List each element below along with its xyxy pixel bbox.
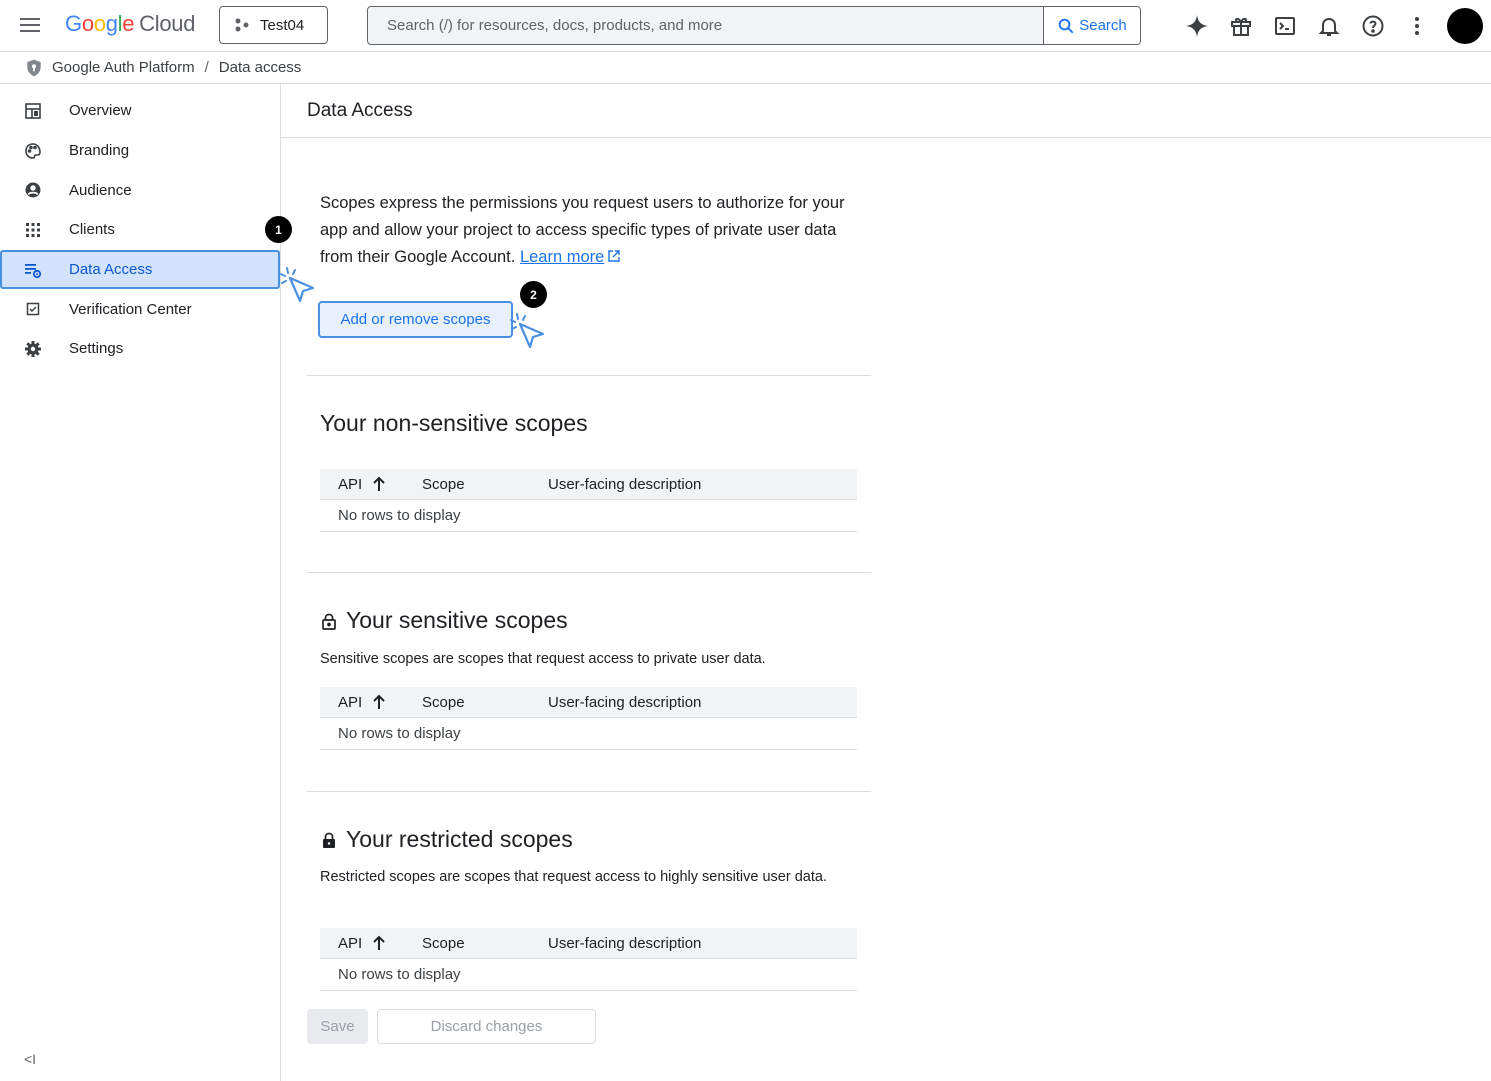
lock-open-outline-icon	[322, 613, 336, 630]
checkbox-icon	[24, 300, 42, 318]
table-header: API Scope User-facing description	[320, 928, 857, 959]
scope-column-header[interactable]: Scope	[422, 935, 548, 952]
avatar[interactable]	[1447, 8, 1483, 44]
discard-changes-button[interactable]: Discard changes	[377, 1009, 596, 1044]
breadcrumb-separator: /	[204, 59, 209, 76]
shield-icon	[27, 59, 41, 76]
collapse-sidebar-button[interactable]: <I	[24, 1051, 36, 1067]
add-or-remove-scopes-button[interactable]: Add or remove scopes	[318, 301, 513, 338]
non-sensitive-scopes-title: Your non-sensitive scopes	[320, 410, 588, 436]
account-circle-icon	[24, 181, 42, 199]
project-icon	[235, 18, 249, 32]
palette-icon	[24, 142, 42, 160]
sidebar-item-verification-center[interactable]: Verification Center	[0, 289, 280, 329]
save-button[interactable]: Save	[307, 1009, 368, 1044]
scope-column-header[interactable]: Scope	[422, 694, 548, 711]
arrow-up-icon	[373, 694, 385, 709]
sidebar-item-audience[interactable]: Audience	[0, 170, 280, 210]
search-icon	[1058, 18, 1074, 33]
lock-icon	[323, 832, 335, 848]
sidebar-item-data-access[interactable]: Data Access	[0, 249, 280, 290]
sidebar-item-clients[interactable]: Clients	[0, 210, 280, 250]
empty-row: No rows to display	[320, 718, 857, 750]
description-column-header[interactable]: User-facing description	[548, 476, 701, 493]
gemini-sparkle-icon[interactable]	[1175, 4, 1219, 48]
main-content: Data Access Scopes express the permissio…	[281, 84, 1491, 1081]
empty-row: No rows to display	[320, 959, 857, 991]
click-cursor-icon	[510, 313, 545, 349]
learn-more-link[interactable]: Learn more	[520, 248, 604, 266]
project-picker[interactable]: Test04	[219, 6, 328, 44]
scope-column-header[interactable]: Scope	[422, 476, 548, 493]
intro-text: Scopes express the permissions you reque…	[320, 194, 845, 266]
empty-row: No rows to display	[320, 500, 857, 532]
sensitive-scopes-description: Sensitive scopes are scopes that request…	[320, 651, 766, 667]
notifications-bell-icon[interactable]	[1307, 4, 1351, 48]
divider	[307, 375, 871, 376]
breadcrumb-current: Data access	[218, 59, 302, 76]
sensitive-scopes-title: Your sensitive scopes	[320, 607, 568, 634]
sensitive-scopes-table: API Scope User-facing description No row…	[320, 687, 857, 750]
breadcrumb-root[interactable]: Google Auth Platform	[52, 59, 195, 76]
google-cloud-logo[interactable]: Google Cloud	[65, 11, 195, 37]
restricted-scopes-table: API Scope User-facing description No row…	[320, 928, 857, 991]
restricted-scopes-description: Restricted scopes are scopes that reques…	[320, 869, 827, 885]
page-title: Data Access	[281, 84, 1491, 138]
description-column-header[interactable]: User-facing description	[548, 694, 701, 711]
click-cursor-icon	[280, 267, 315, 303]
table-header: API Scope User-facing description	[320, 469, 857, 500]
sidebar: Overview Branding Audience Clients Data …	[0, 84, 281, 1081]
api-column-header[interactable]: API	[320, 476, 422, 493]
more-vert-icon[interactable]	[1395, 4, 1439, 48]
gear-icon	[24, 340, 42, 358]
help-icon[interactable]	[1351, 4, 1395, 48]
table-header: API Scope User-facing description	[320, 687, 857, 718]
top-bar: Google Cloud Test04 Search	[0, 0, 1491, 52]
external-link-icon	[608, 250, 621, 262]
gift-icon[interactable]	[1219, 4, 1263, 48]
api-column-header[interactable]: API	[320, 694, 422, 711]
breadcrumb: Google Auth Platform / Data access	[0, 52, 1491, 84]
cloud-shell-icon[interactable]	[1263, 4, 1307, 48]
divider	[307, 572, 871, 573]
divider	[307, 791, 871, 792]
sidebar-item-branding[interactable]: Branding	[0, 131, 280, 171]
api-column-header[interactable]: API	[320, 935, 422, 952]
sidebar-item-settings[interactable]: Settings	[0, 329, 280, 369]
project-name: Test04	[260, 16, 305, 34]
step-badge-2: 2	[520, 281, 547, 308]
arrow-up-icon	[373, 476, 385, 491]
non-sensitive-scopes-table: API Scope User-facing description No row…	[320, 469, 857, 532]
dashboard-icon	[24, 102, 42, 120]
hamburger-menu-icon[interactable]	[18, 14, 42, 38]
data-settings-icon	[24, 261, 42, 279]
search-input[interactable]	[368, 7, 1043, 44]
restricted-scopes-title: Your restricted scopes	[320, 826, 573, 853]
search-box: Search	[367, 6, 1141, 45]
search-button[interactable]: Search	[1043, 7, 1140, 44]
footer-actions: Save Discard changes	[307, 1009, 596, 1044]
sidebar-item-overview[interactable]: Overview	[0, 91, 280, 131]
step-badge-1: 1	[265, 216, 292, 243]
arrow-up-icon	[373, 935, 385, 950]
description-column-header[interactable]: User-facing description	[548, 935, 701, 952]
apps-grid-icon	[24, 221, 42, 239]
